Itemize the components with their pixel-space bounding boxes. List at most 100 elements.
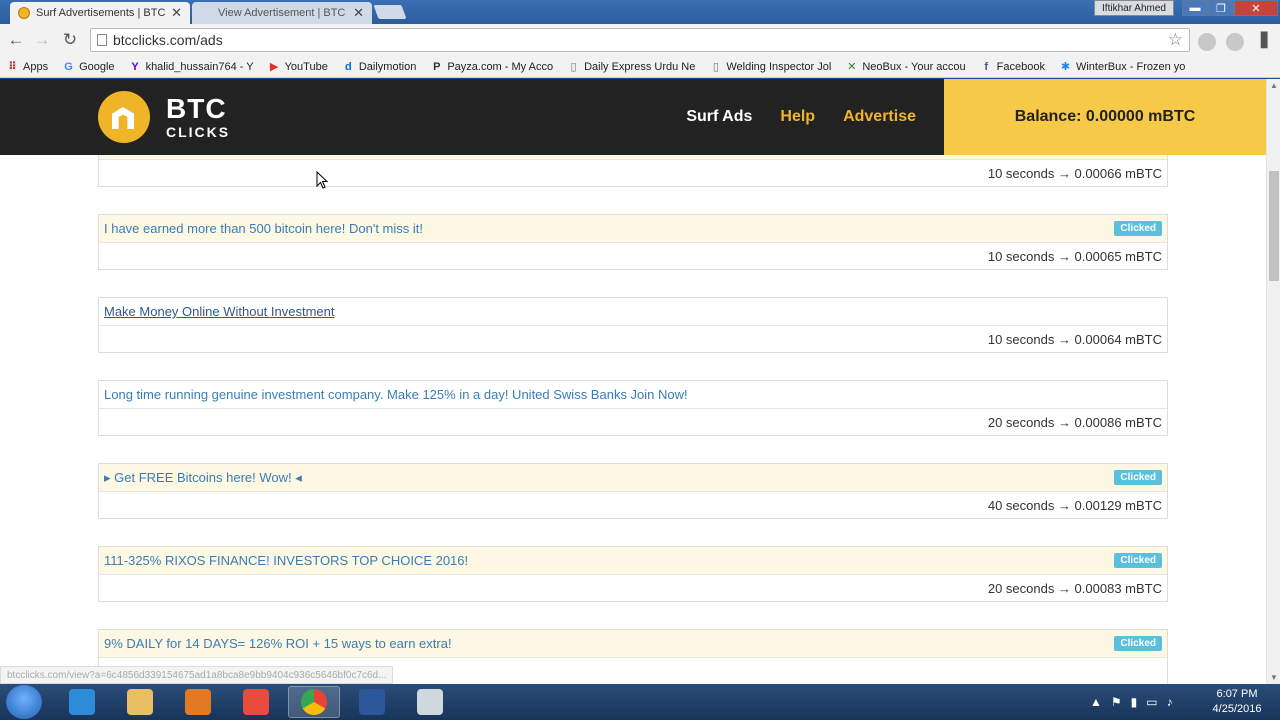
action-center-flag-icon[interactable]: ⚑ (1111, 695, 1122, 709)
ad-title-link[interactable]: Long time running genuine investment com… (104, 387, 688, 402)
taskbar-clock[interactable]: 6:07 PM 4/25/2016 (1205, 687, 1269, 717)
chrome-menu-icon[interactable]: ■ ■ ■ (1260, 27, 1274, 51)
nav-advertise[interactable]: Advertise (843, 108, 916, 126)
bookmark-item[interactable]: ▯ Welding Inspector Jol (709, 60, 832, 74)
close-tab-icon[interactable]: ✕ (171, 5, 182, 21)
clicked-badge: Clicked (1114, 470, 1162, 485)
ad-reward: 40 seconds → 0.00129 mBTC (987, 498, 1162, 513)
ad-reward: 20 seconds → 0.00086 mBTC (987, 415, 1162, 430)
youtube-icon: ▶ (269, 61, 279, 73)
bookmark-label: NeoBux - Your accou (862, 60, 966, 73)
taskbar-internet-explorer-button[interactable] (56, 686, 108, 718)
close-window-button[interactable]: ✕ (1234, 0, 1278, 16)
bookmark-item[interactable]: G Google (62, 60, 114, 73)
bookmark-item[interactable]: P Payza.com - My Acco (430, 60, 553, 73)
apps-grid-icon: ⠿ (8, 61, 17, 73)
yahoo-icon: Y (131, 60, 139, 73)
internet-explorer-icon (69, 689, 95, 715)
bookmark-label: WinterBux - Frozen yo (1075, 60, 1186, 73)
nav-help[interactable]: Help (780, 108, 815, 126)
ad-title-link[interactable]: I have earned more than 500 bitcoin here… (104, 221, 423, 236)
ads-list: EARN 5% DAILY - 10% COMMISSION!Clicked10… (98, 131, 1168, 684)
ad-item: Long time running genuine investment com… (98, 380, 1168, 436)
url-text: btcclicks.com/ads (113, 32, 223, 48)
chrome-icon (301, 689, 327, 715)
ad-reward: 10 seconds → 0.00065 mBTC (987, 249, 1162, 264)
bookmark-label: Dailymotion (358, 60, 417, 73)
taskbar-word-button[interactable] (346, 686, 398, 718)
show-hidden-icons-icon[interactable]: ▲ (1090, 695, 1102, 709)
scroll-thumb[interactable] (1269, 171, 1279, 281)
scroll-down-icon[interactable]: ▼ (1270, 673, 1278, 682)
btc-logo-icon (98, 91, 150, 143)
network-icon[interactable]: ▭ (1146, 695, 1157, 709)
bookmark-item[interactable]: ▯ Daily Express Urdu Ne (567, 60, 696, 74)
profile-name[interactable]: Iftikhar Ahmed (1094, 0, 1174, 16)
clock-date: 4/25/2016 (1212, 703, 1262, 715)
address-bar[interactable]: btcclicks.com/ads ☆ (90, 28, 1190, 52)
facebook-icon: f (984, 60, 988, 73)
bookmark-item[interactable]: ✱ WinterBux - Frozen yo (1059, 60, 1186, 74)
ad-title-link[interactable]: 9% DAILY for 14 DAYS= 126% ROI + 15 ways… (104, 636, 452, 651)
reload-icon[interactable]: ↻ (60, 30, 80, 50)
maximize-button[interactable]: ❐ (1208, 0, 1234, 16)
ad-header: Make Money Online Without Investment (99, 298, 1167, 326)
payza-icon: P (433, 60, 441, 73)
bookmark-item[interactable]: f Facebook (980, 60, 1045, 73)
bookmark-item[interactable]: Ykhalid_hussain764 - Y (129, 60, 254, 73)
close-tab-icon[interactable]: ✕ (353, 5, 364, 21)
clicked-badge: Clicked (1114, 553, 1162, 568)
site-nav: Surf Ads Help Advertise Balance: 0.00000… (686, 79, 1266, 155)
clock-time: 6:07 PM (1216, 688, 1258, 700)
taskbar-screen-recorder-button[interactable] (230, 686, 282, 718)
tab-surf-advertisements[interactable]: Surf Advertisements | BTC ✕ (10, 2, 190, 24)
site-header: BTC CLICKS Surf Ads Help Advertise Balan… (0, 79, 1266, 155)
bookmark-label: Facebook (996, 60, 1045, 73)
bookmark-item[interactable]: ⠿ Apps (6, 60, 49, 74)
logo-line1: BTC (166, 93, 227, 124)
extension-icon[interactable] (1226, 33, 1244, 51)
bookmark-star-icon[interactable]: ☆ (1168, 30, 1183, 50)
taskbar-file-explorer-button[interactable] (114, 686, 166, 718)
btc-favicon-icon (18, 7, 30, 19)
ad-reward: 10 seconds → 0.00066 mBTC (987, 166, 1162, 181)
volume-icon[interactable]: ♪ (1167, 695, 1173, 709)
bookmark-item[interactable]: ▶ YouTube (268, 60, 328, 74)
new-tab-button[interactable] (373, 5, 407, 19)
bookmark-label: Apps (23, 60, 49, 73)
system-tray: ▲ ⚑ ▮ ▭ ♪ (1090, 684, 1182, 720)
taskbar-chrome-button[interactable] (288, 686, 340, 718)
balance-display[interactable]: Balance: 0.00000 mBTC (944, 79, 1266, 155)
nav-surf-ads[interactable]: Surf Ads (686, 108, 752, 126)
browser-toolbar: ← → ↻ btcclicks.com/ads ☆ ■ ■ ■ (0, 24, 1280, 56)
taskbar-media-player-button[interactable] (172, 686, 224, 718)
taskbar-app-window-button[interactable] (404, 686, 456, 718)
bookmark-item[interactable]: d Dailymotion (342, 60, 416, 73)
ad-title-link[interactable]: Make Money Online Without Investment (104, 304, 335, 319)
ad-reward: 20 seconds → 0.00083 mBTC (987, 581, 1162, 596)
dailymotion-icon: d (344, 60, 352, 73)
ad-item: 111-325% RIXOS FINANCE! INVESTORS TOP CH… (98, 546, 1168, 602)
forward-arrow-icon[interactable]: → (32, 30, 52, 50)
ad-title-link[interactable]: ▸ Get FREE Bitcoins here! Wow! ◂ (104, 470, 302, 486)
tab-view-advertisement[interactable]: View Advertisement | BTC ✕ (192, 2, 372, 24)
page-scrollbar[interactable]: ▲ ▼ (1266, 79, 1280, 684)
ad-header: 111-325% RIXOS FINANCE! INVESTORS TOP CH… (99, 547, 1167, 575)
media-player-icon (185, 689, 211, 715)
scroll-up-icon[interactable]: ▲ (1270, 81, 1278, 90)
screen-recorder-icon (243, 689, 269, 715)
battery-icon[interactable]: ▮ (1131, 695, 1138, 709)
ad-title-link[interactable]: 111-325% RIXOS FINANCE! INVESTORS TOP CH… (104, 553, 468, 568)
windows-taskbar: ▲ ⚑ ▮ ▭ ♪ 6:07 PM 4/25/2016 (0, 684, 1280, 720)
word-icon (359, 689, 385, 715)
google-icon: G (64, 60, 73, 73)
bookmark-item[interactable]: ✕ NeoBux - Your accou (845, 60, 966, 74)
page-icon (97, 34, 107, 46)
bookmark-label: Google (79, 60, 115, 73)
extension-icon[interactable] (1198, 33, 1216, 51)
back-arrow-icon[interactable]: ← (6, 30, 26, 50)
minimize-button[interactable]: ▬ (1182, 0, 1208, 16)
btcclicks-logo[interactable]: BTC CLICKS (98, 91, 230, 143)
bookmark-label: khalid_hussain764 - Y (145, 60, 254, 73)
start-button[interactable] (6, 685, 42, 719)
